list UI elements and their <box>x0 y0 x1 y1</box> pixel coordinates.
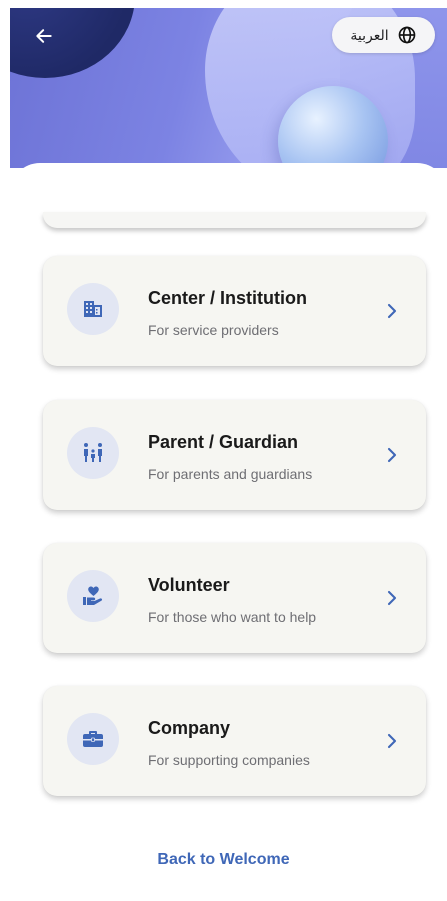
option-card-center-institution[interactable]: Center / Institution For service provide… <box>43 256 426 366</box>
option-title: Center / Institution <box>148 288 307 308</box>
option-subtitle: For those who want to help <box>148 609 317 625</box>
option-card-company[interactable]: Company For supporting companies <box>43 686 426 796</box>
chevron-right-icon <box>387 303 397 319</box>
option-card-volunteer[interactable]: Volunteer For those who want to help <box>43 543 426 653</box>
chevron-right-icon <box>387 733 397 749</box>
globe-icon <box>398 26 415 44</box>
option-subtitle: For parents and guardians <box>148 466 313 482</box>
building-icon <box>84 301 102 317</box>
partial-option-card <box>43 212 426 228</box>
chevron-right-icon <box>387 590 397 606</box>
back-to-welcome-link[interactable]: Back to Welcome <box>0 851 447 869</box>
chevron-right-icon <box>387 447 397 463</box>
option-title: Company <box>148 718 231 738</box>
icon-badge <box>67 283 119 335</box>
option-subtitle: For supporting companies <box>148 752 310 768</box>
volunteer-heart-hand-icon <box>83 586 103 605</box>
icon-badge <box>67 570 119 622</box>
language-label: العربية <box>350 26 389 43</box>
icon-badge <box>67 427 119 479</box>
option-subtitle: For service providers <box>148 322 279 338</box>
arrow-left-icon <box>36 29 52 43</box>
briefcase-icon <box>83 731 103 747</box>
option-title: Parent / Guardian <box>148 432 299 452</box>
icon-badge <box>67 713 119 765</box>
family-icon <box>84 443 102 462</box>
decorative-blob <box>10 8 135 78</box>
option-title: Volunteer <box>148 575 230 595</box>
language-toggle-button[interactable]: العربية <box>332 17 435 53</box>
option-card-parent-guardian[interactable]: Parent / Guardian For parents and guardi… <box>43 400 426 510</box>
back-button[interactable] <box>30 22 58 50</box>
